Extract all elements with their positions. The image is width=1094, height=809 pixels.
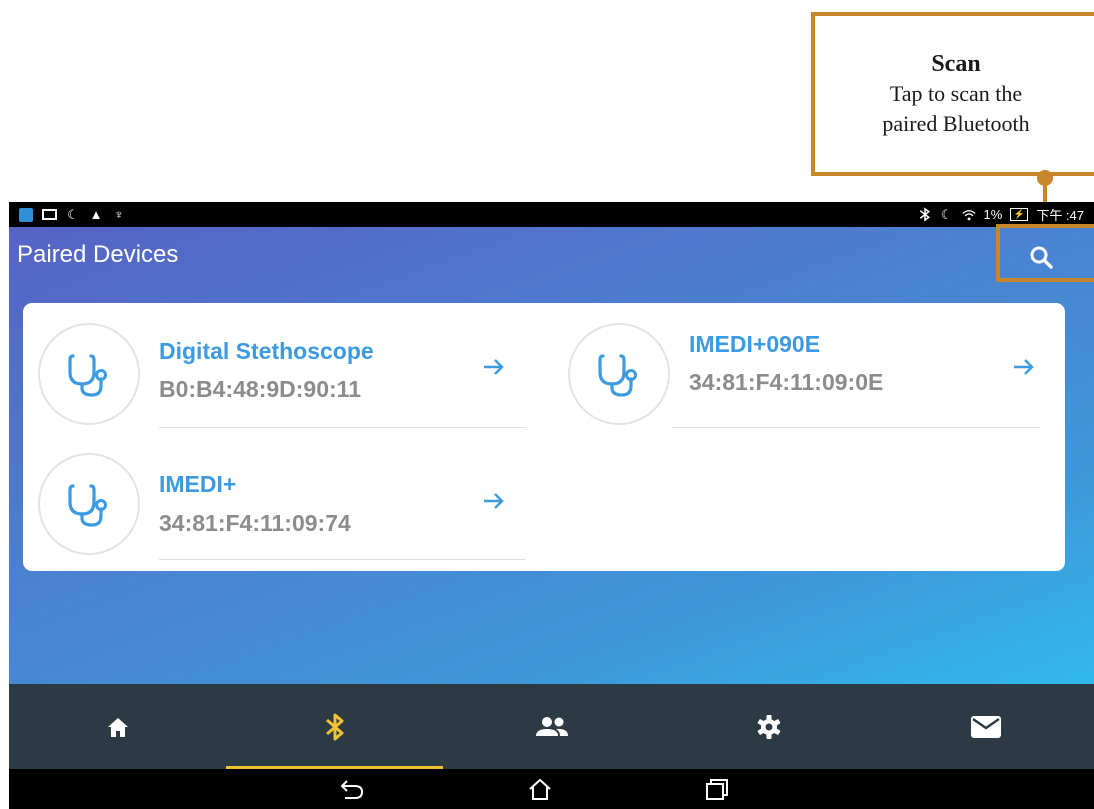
wifi-icon xyxy=(961,208,976,222)
arrow-right-icon[interactable] xyxy=(1010,353,1038,381)
row-divider xyxy=(159,559,526,560)
home-icon xyxy=(107,717,128,737)
device-item-imedi-090e[interactable]: IMEDI+090E 34:81:F4:11:09:0E xyxy=(553,323,1053,451)
device-name: IMEDI+ xyxy=(159,471,237,497)
device-avatar xyxy=(38,453,140,555)
annotation-line-2: paired Bluetooth xyxy=(882,111,1030,136)
stethoscope-icon xyxy=(598,354,637,397)
nav-settings[interactable] xyxy=(660,684,877,769)
battery-percent: 1% xyxy=(983,207,1003,222)
nav-mail[interactable] xyxy=(877,684,1094,769)
search-button[interactable] xyxy=(1027,243,1057,273)
annotation-leader-dot xyxy=(1037,170,1053,186)
device-name: IMEDI+090E xyxy=(689,331,821,357)
device-item-imedi[interactable]: IMEDI+ 34:81:F4:11:09:74 xyxy=(23,453,526,581)
nav-bluetooth[interactable] xyxy=(226,684,443,769)
status-bar: ☾ ▲ ♆ ☾ 1% ⚡ 下午 :47 xyxy=(9,202,1094,227)
device-list-card: Digital Stethoscope B0:B4:48:9D:90:11 IM… xyxy=(23,303,1065,571)
bottom-nav xyxy=(9,684,1094,769)
home-outline-icon[interactable] xyxy=(527,777,553,801)
app-icon xyxy=(19,207,33,222)
settings-icon xyxy=(757,714,780,739)
page-title: Paired Devices xyxy=(17,241,179,268)
bluetooth-icon xyxy=(325,713,343,740)
battery-icon: ⚡ xyxy=(1010,208,1029,221)
device-mac-address: 34:81:F4:11:09:74 xyxy=(159,510,351,536)
device-mac-address: 34:81:F4:11:09:0E xyxy=(689,369,884,395)
device-avatar xyxy=(38,323,140,425)
nav-people[interactable] xyxy=(443,684,660,769)
bluetooth-icon xyxy=(918,207,932,222)
title-bar: Paired Devices xyxy=(9,227,1094,287)
clock: 下午 :47 xyxy=(1036,208,1084,223)
annotation-title: Scan xyxy=(931,51,981,77)
scan-annotation-callout: Scan Tap to scan the paired Bluetooth xyxy=(811,12,1094,176)
search-icon xyxy=(1030,246,1053,269)
row-divider xyxy=(159,427,526,428)
status-left-icons: ☾ ▲ ♆ xyxy=(19,206,126,222)
recents-icon[interactable] xyxy=(704,777,730,801)
device-screen: ☾ ▲ ♆ ☾ 1% ⚡ 下午 :47 Paired Devices Digit… xyxy=(9,202,1094,809)
device-item-digital-stethoscope[interactable]: Digital Stethoscope B0:B4:48:9D:90:11 xyxy=(23,323,526,451)
system-nav-bar xyxy=(9,769,1094,809)
arrow-right-icon[interactable] xyxy=(480,353,508,381)
stethoscope-icon xyxy=(68,354,107,397)
picture-icon xyxy=(42,209,57,220)
nav-home[interactable] xyxy=(9,684,226,769)
device-avatar xyxy=(568,323,670,425)
row-divider xyxy=(673,427,1040,428)
moon-icon: ☾ xyxy=(940,206,953,222)
device-name: Digital Stethoscope xyxy=(159,338,374,364)
usb-icon: ♆ xyxy=(114,206,124,222)
people-icon xyxy=(535,716,568,736)
stethoscope-icon xyxy=(68,484,107,527)
arrow-right-icon[interactable] xyxy=(480,487,508,515)
annotation-line-1: Tap to scan the xyxy=(889,81,1023,106)
device-mac-address: B0:B4:48:9D:90:11 xyxy=(159,376,361,402)
moon-icon: ☾ xyxy=(67,206,79,222)
back-icon[interactable] xyxy=(339,777,365,801)
mail-icon xyxy=(970,715,1001,738)
warning-icon: ▲ xyxy=(89,206,103,222)
status-right-icons: ☾ 1% ⚡ 下午 :47 xyxy=(918,205,1084,224)
app-content: Paired Devices Digital Stethoscope B0:B4… xyxy=(9,227,1094,684)
